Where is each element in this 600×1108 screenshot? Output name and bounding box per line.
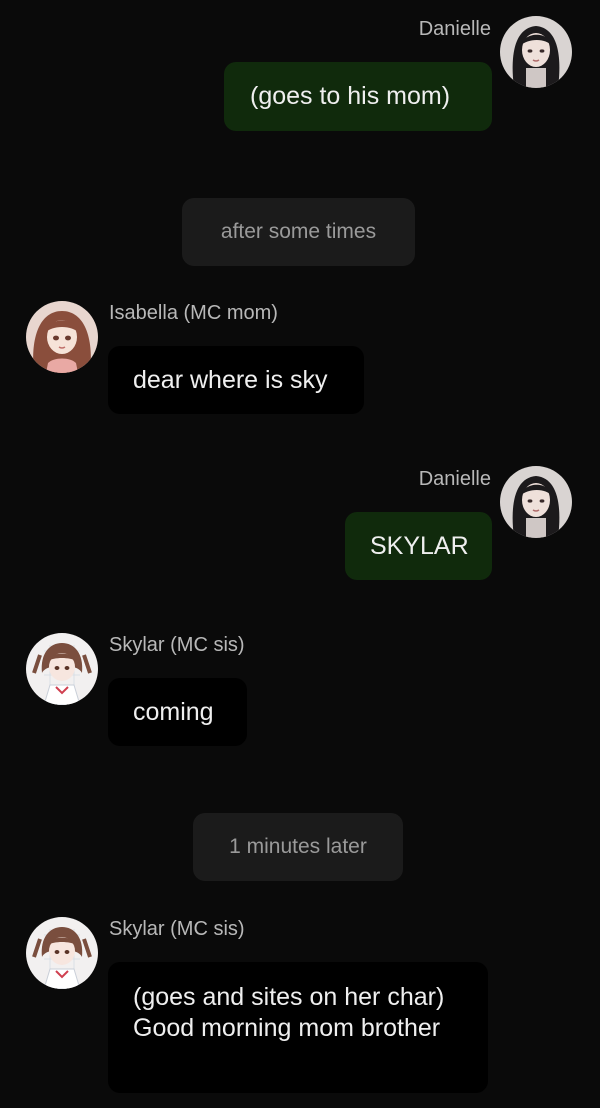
message-bubble[interactable]: coming	[108, 678, 247, 746]
system-notice: after some times	[182, 198, 415, 266]
message-text: coming	[133, 698, 214, 726]
system-notice-text: 1 minutes later	[229, 835, 367, 858]
message-bubble[interactable]: dear where is sky	[108, 346, 364, 414]
sender-name: Danielle	[418, 468, 491, 490]
danielle-avatar[interactable]	[500, 466, 572, 538]
message-bubble[interactable]: (goes to his mom)	[224, 62, 492, 131]
message-text: (goes and sites on her char) Good mornin…	[133, 983, 445, 1042]
skylar-avatar[interactable]	[26, 633, 98, 705]
message-bubble[interactable]: SKYLAR	[345, 512, 492, 580]
sender-name: Danielle	[418, 18, 491, 40]
isabella-avatar[interactable]	[26, 301, 98, 373]
sender-name: Skylar (MC sis)	[109, 918, 245, 940]
system-notice-text: after some times	[220, 220, 377, 243]
message-text: SKYLAR	[370, 532, 469, 560]
message-bubble[interactable]: (goes and sites on her char) Good mornin…	[108, 962, 488, 1093]
message-text: (goes to his mom)	[250, 82, 451, 110]
chat-thread[interactable]: Danielle (goes to his mom) after some ti…	[0, 0, 600, 1108]
sender-name: Isabella (MC mom)	[109, 302, 278, 324]
danielle-avatar[interactable]	[500, 16, 572, 88]
skylar-avatar[interactable]	[26, 917, 98, 989]
sender-name: Skylar (MC sis)	[109, 634, 245, 656]
system-notice: 1 minutes later	[193, 813, 403, 881]
message-text: dear where is sky	[133, 366, 328, 394]
